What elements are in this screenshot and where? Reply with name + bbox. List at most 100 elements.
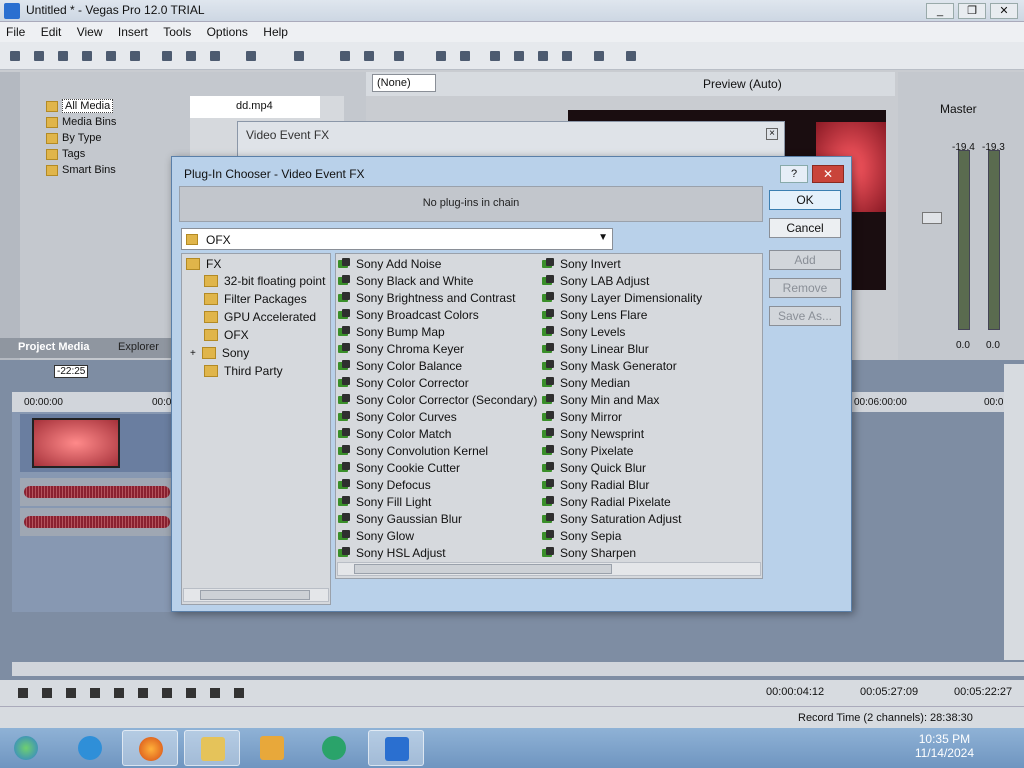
new-project-icon[interactable] [6, 47, 24, 65]
go-to-start-icon[interactable] [160, 686, 174, 700]
plugin-item[interactable]: Sony LAB Adjust [542, 273, 649, 289]
play-icon[interactable] [88, 686, 102, 700]
taskbar-vegas-pro[interactable] [368, 730, 424, 766]
menu-help[interactable]: Help [257, 22, 294, 42]
media-file-name[interactable]: dd.mp4 [190, 96, 320, 118]
previous-frame-icon[interactable] [208, 686, 222, 700]
plugin-item[interactable]: Sony Sepia [542, 528, 621, 544]
plugin-item[interactable]: Sony Mirror [542, 409, 622, 425]
render-icon[interactable] [102, 47, 120, 65]
properties-icon[interactable] [126, 47, 144, 65]
master-fader[interactable] [922, 212, 942, 224]
plugin-item[interactable]: Sony Chroma Keyer [338, 341, 464, 357]
menu-options[interactable]: Options [201, 22, 254, 42]
menu-view[interactable]: View [71, 22, 109, 42]
cancel-button[interactable]: Cancel [769, 218, 841, 238]
tree-item-third-party[interactable]: Third Party [204, 363, 283, 379]
tab-explorer[interactable]: Explorer [118, 341, 159, 353]
plugin-item[interactable]: Sony Broadcast Colors [338, 307, 479, 323]
tree-item-filter-packages[interactable]: Filter Packages [204, 291, 307, 307]
snap-icon[interactable] [390, 47, 408, 65]
save-icon[interactable] [54, 47, 72, 65]
tab-project-media[interactable]: Project Media [18, 341, 90, 353]
maximize-button[interactable]: ❐ [958, 3, 986, 19]
audio-track-right[interactable] [20, 508, 174, 536]
copy-icon[interactable] [182, 47, 200, 65]
play-from-start-icon[interactable] [64, 686, 78, 700]
tree-horizontal-scrollbar[interactable] [183, 588, 329, 602]
stop-icon[interactable] [136, 686, 150, 700]
video-event-clip[interactable] [32, 418, 120, 468]
plugin-item[interactable]: Sony Lens Flare [542, 307, 647, 323]
whats-this-help-icon[interactable] [622, 47, 640, 65]
plugin-item[interactable]: Sony Color Corrector (Secondary) [338, 392, 537, 408]
tree-item-ofx[interactable]: OFX [204, 327, 249, 343]
plugin-item[interactable]: Sony Quick Blur [542, 460, 646, 476]
marker-icon[interactable] [590, 47, 608, 65]
plugin-item[interactable]: Sony Layer Dimensionality [542, 290, 702, 306]
tree-item-smart-bins[interactable]: Smart Bins [46, 162, 116, 178]
save-as-icon[interactable] [78, 47, 96, 65]
pane-handle-strip[interactable] [0, 72, 20, 360]
trim-icon[interactable] [534, 47, 552, 65]
taskbar-internet-explorer[interactable] [62, 730, 118, 766]
tree-item-32bit[interactable]: 32-bit floating point [204, 273, 325, 289]
tree-item-all-media[interactable]: All Media [46, 98, 114, 114]
paste-icon[interactable] [206, 47, 224, 65]
add-button[interactable]: Add [769, 250, 841, 270]
plugin-item[interactable]: Sony Brightness and Contrast [338, 290, 515, 306]
plugin-item[interactable]: Sony Add Noise [338, 256, 441, 272]
plugin-list-horizontal-scrollbar[interactable] [337, 562, 761, 576]
help-button[interactable]: ? [780, 165, 808, 183]
timeline-ruler-right[interactable]: 00:06:00:00 00:0 [850, 392, 1003, 412]
plugin-item[interactable]: Sony Levels [542, 324, 625, 340]
scroll-thumb[interactable] [354, 564, 612, 574]
loop-icon[interactable] [40, 686, 54, 700]
record-icon[interactable] [16, 686, 30, 700]
tree-item-gpu-accelerated[interactable]: GPU Accelerated [204, 309, 316, 325]
menu-file[interactable]: File [0, 22, 31, 42]
taskbar-app[interactable] [306, 730, 362, 766]
tree-item-sony[interactable]: + Sony [190, 345, 249, 361]
plugin-item[interactable]: Sony Color Corrector [338, 375, 469, 391]
plugin-item[interactable]: Sony Defocus [338, 477, 431, 493]
plugin-item[interactable]: Sony Pixelate [542, 443, 633, 459]
selection-tool-icon[interactable] [486, 47, 504, 65]
split-icon[interactable] [510, 47, 528, 65]
undo-icon[interactable] [242, 47, 260, 65]
plugin-item[interactable]: Sony Newsprint [542, 426, 644, 442]
plugin-item[interactable]: Sony Color Balance [338, 358, 462, 374]
auto-ripple-icon[interactable] [432, 47, 450, 65]
plugin-item[interactable]: Sony Radial Pixelate [542, 494, 671, 510]
remove-button[interactable]: Remove [769, 278, 841, 298]
system-clock[interactable]: 10:35 PM 11/14/2024 [915, 732, 974, 760]
taskbar-firefox[interactable] [122, 730, 178, 766]
plugin-item[interactable]: Sony Saturation Adjust [542, 511, 681, 527]
plugin-item[interactable]: Sony Median [542, 375, 630, 391]
close-button[interactable]: ✕ [990, 3, 1018, 19]
open-icon[interactable] [30, 47, 48, 65]
save-as-button[interactable]: Save As... [769, 306, 841, 326]
plugin-item[interactable]: Sony Bump Map [338, 324, 445, 340]
plugin-item[interactable]: Sony Color Curves [338, 409, 457, 425]
plugin-item[interactable]: Sony Convolution Kernel [338, 443, 488, 459]
tree-item-media-bins[interactable]: Media Bins [46, 114, 116, 130]
timeline-vertical-scrollbar[interactable] [1004, 364, 1024, 660]
close-icon[interactable]: × [766, 128, 778, 140]
start-button[interactable] [2, 730, 52, 766]
menu-edit[interactable]: Edit [35, 22, 68, 42]
cut-icon[interactable] [158, 47, 176, 65]
plugin-item[interactable]: Sony Gaussian Blur [338, 511, 462, 527]
envelope-tool-icon[interactable] [360, 47, 378, 65]
plugin-item[interactable]: Sony Min and Max [542, 392, 659, 408]
fx-preset-combo[interactable]: (None) [372, 74, 436, 92]
lock-envelopes-icon[interactable] [456, 47, 474, 65]
next-frame-icon[interactable] [232, 686, 246, 700]
plugin-item[interactable]: Sony Invert [542, 256, 621, 272]
tree-item-tags[interactable]: Tags [46, 146, 85, 162]
plugin-item[interactable]: Sony HSL Adjust [338, 545, 446, 561]
tree-item-fx[interactable]: FX [186, 256, 221, 272]
taskbar-media-app[interactable] [244, 730, 300, 766]
taskbar-file-explorer[interactable] [184, 730, 240, 766]
scroll-thumb[interactable] [200, 590, 310, 600]
